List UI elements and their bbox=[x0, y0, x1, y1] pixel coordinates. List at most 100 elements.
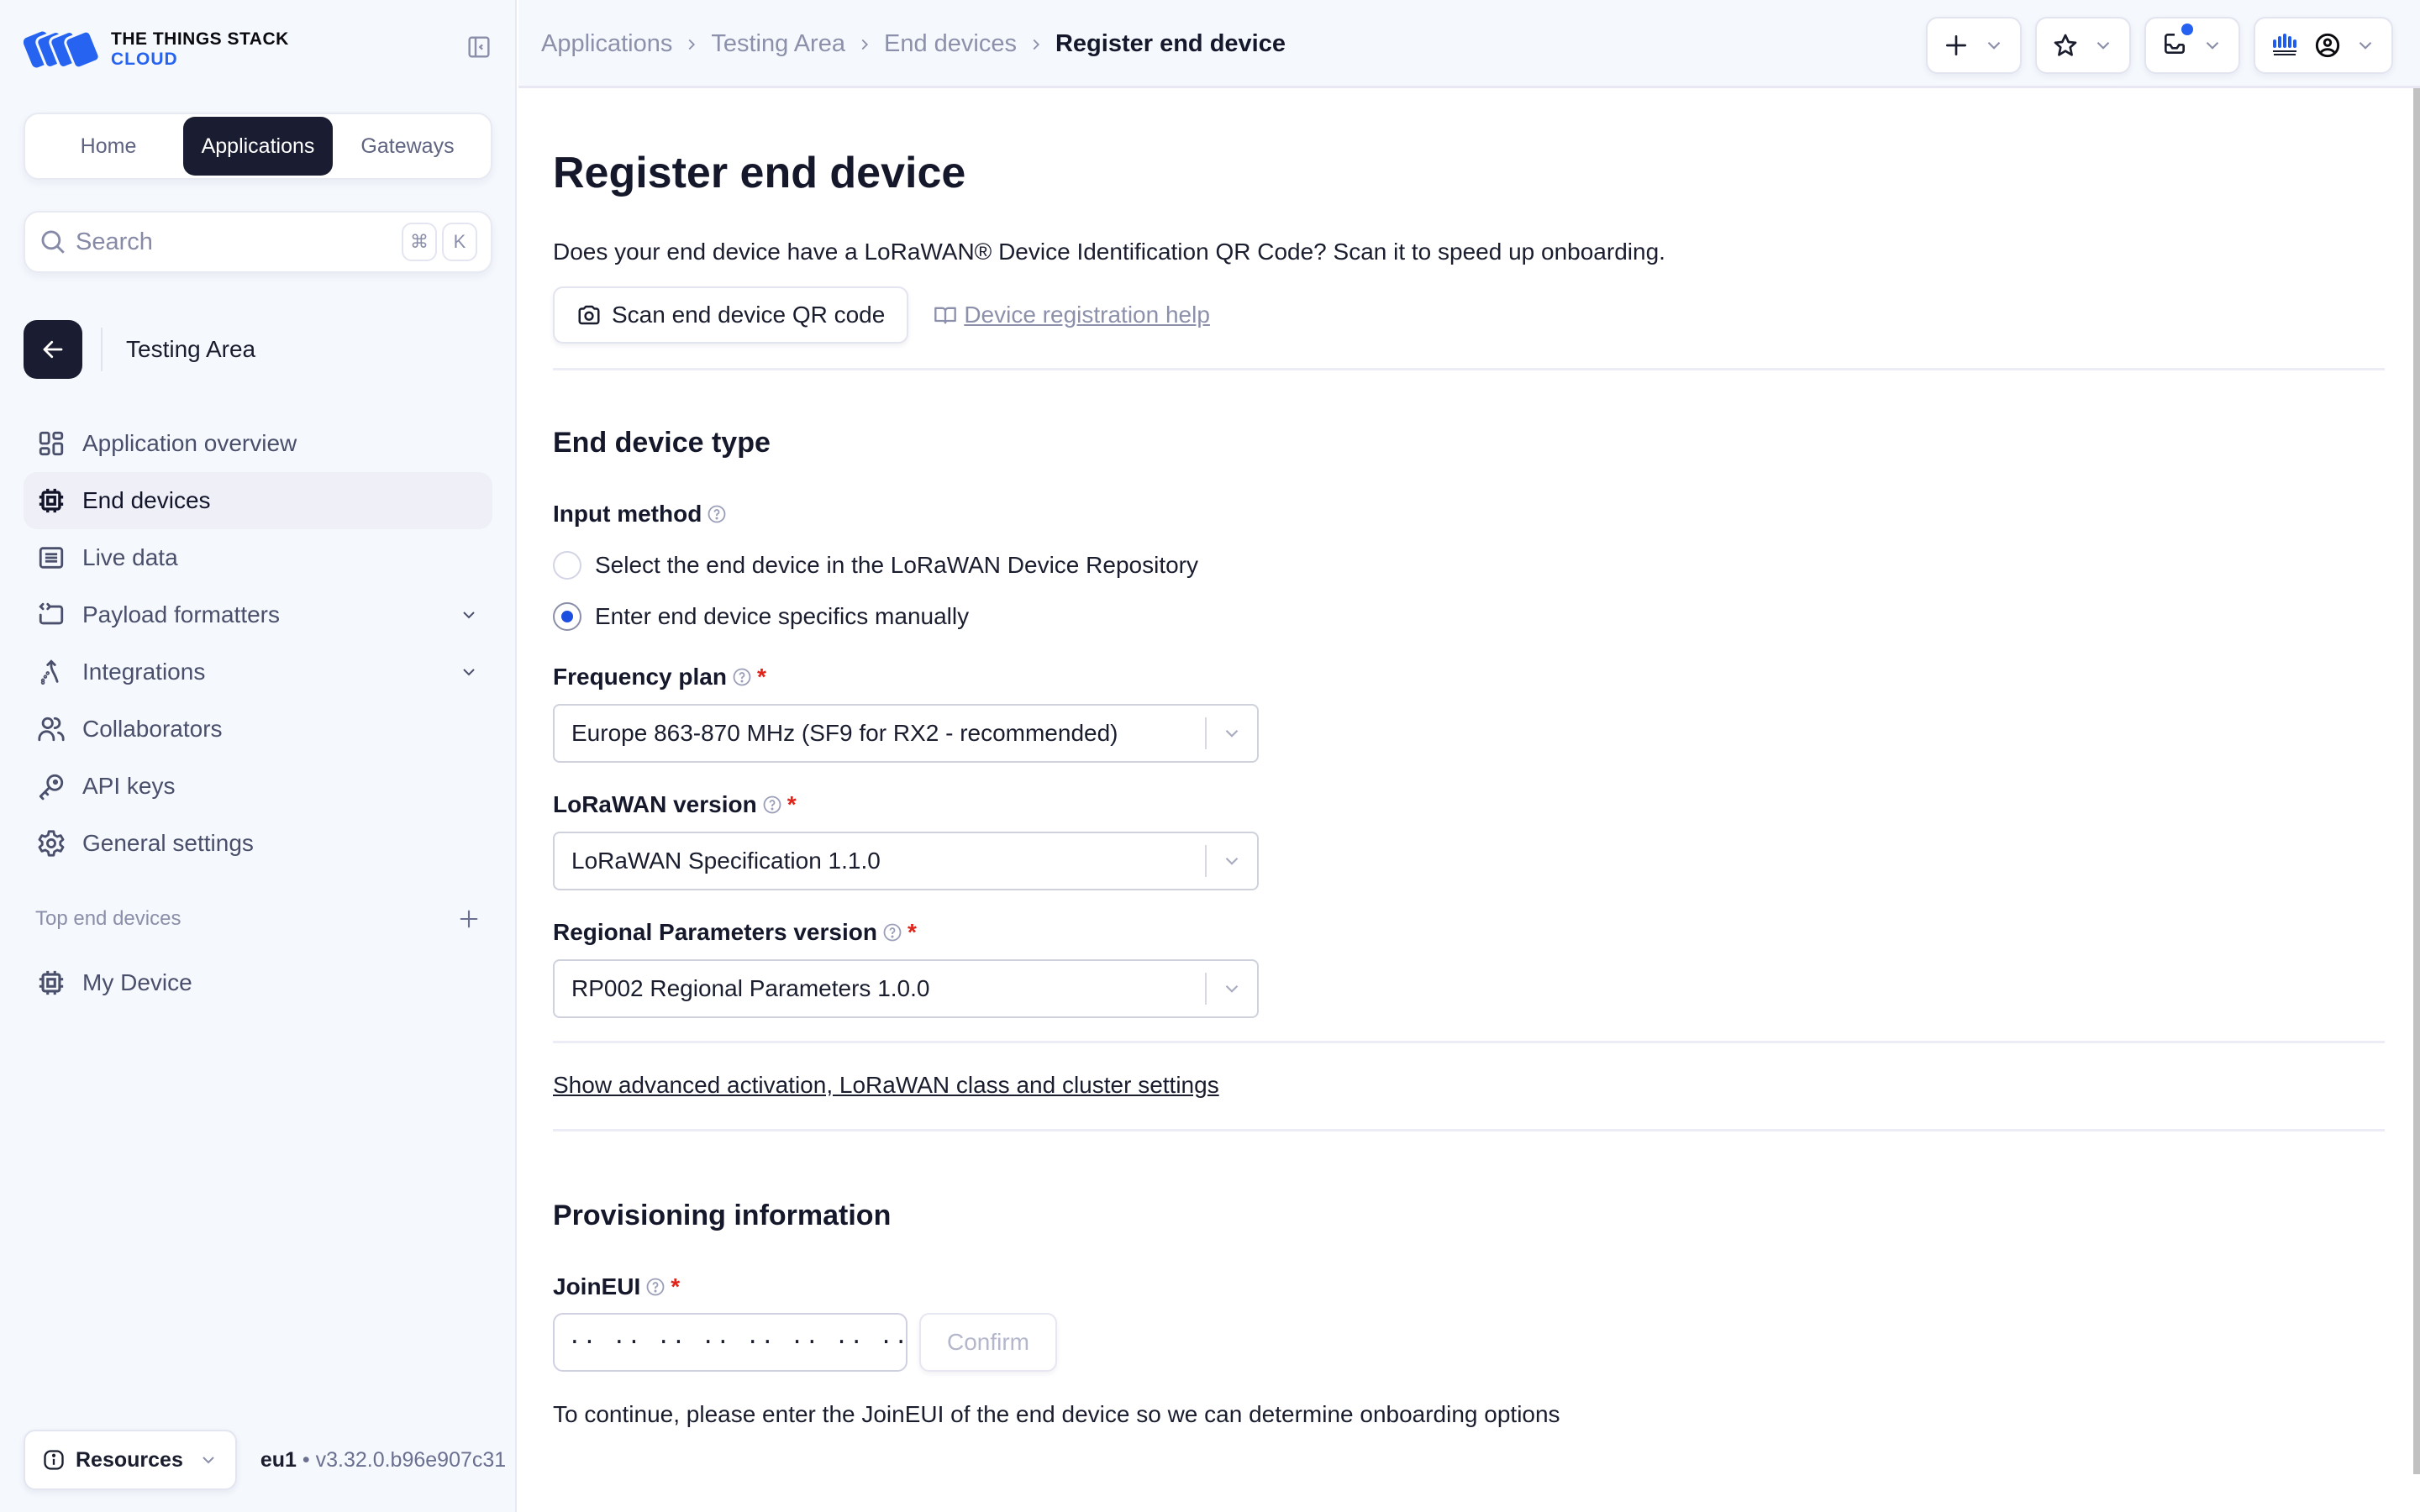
header-actions bbox=[1926, 17, 2393, 74]
chevron-right-icon bbox=[1033, 39, 1040, 50]
arrow-left-icon bbox=[43, 340, 63, 359]
qr-intro-text: Does your end device have a LoRaWAN® Dev… bbox=[553, 239, 1665, 265]
tab-home[interactable]: Home bbox=[34, 117, 183, 176]
breadcrumb-testing-area[interactable]: Testing Area bbox=[711, 30, 845, 58]
input-method-text: Input method bbox=[553, 501, 702, 527]
confirm-button[interactable]: Confirm bbox=[919, 1313, 1057, 1372]
divider bbox=[101, 328, 103, 371]
sidebar-item-label: Integrations bbox=[82, 659, 206, 685]
breadcrumb-applications[interactable]: Applications bbox=[541, 30, 672, 58]
radio-manual-entry[interactable]: Enter end device specifics manually bbox=[553, 602, 969, 631]
sidebar-item-live-data[interactable]: Live data bbox=[24, 529, 492, 586]
required-marker: * bbox=[671, 1273, 681, 1299]
divider bbox=[553, 1041, 2385, 1043]
help-icon[interactable] bbox=[732, 667, 752, 687]
lorawan-version-value: LoRaWAN Specification 1.1.0 bbox=[571, 848, 881, 874]
logo-subtitle: CLOUD bbox=[111, 50, 178, 69]
info-icon bbox=[44, 1450, 64, 1470]
chip-icon bbox=[39, 970, 64, 995]
notification-wrapper bbox=[2161, 23, 2193, 61]
frequency-plan-text: Frequency plan bbox=[553, 664, 727, 690]
required-marker: * bbox=[907, 919, 917, 945]
join-eui-input[interactable]: ·· ·· ·· ·· ·· ·· ·· ·· bbox=[553, 1313, 908, 1372]
frequency-plan-label: Frequency plan * bbox=[553, 664, 766, 690]
collapse-sidebar-icon[interactable] bbox=[466, 34, 492, 60]
back-button[interactable] bbox=[24, 320, 82, 379]
regional-parameters-select[interactable]: RP002 Regional Parameters 1.0.0 bbox=[553, 959, 1259, 1018]
radio-button[interactable] bbox=[553, 551, 581, 580]
sidebar-item-general-settings[interactable]: General settings bbox=[24, 815, 492, 872]
radio-device-repository[interactable]: Select the end device in the LoRaWAN Dev… bbox=[553, 551, 1198, 580]
section-title-provisioning: Provisioning information bbox=[553, 1200, 892, 1231]
radio-button-checked[interactable] bbox=[553, 602, 581, 631]
integrations-icon bbox=[40, 659, 59, 685]
input-method-label: Input method bbox=[553, 501, 727, 528]
sidebar-item-api-keys[interactable]: API keys bbox=[24, 758, 492, 815]
search-icon bbox=[41, 230, 65, 254]
shortcut-k-key: K bbox=[442, 223, 477, 261]
qr-actions: Scan end device QR code Device registrat… bbox=[553, 286, 1210, 344]
top-header: Applications Testing Area End devices Re… bbox=[518, 0, 2420, 88]
chevron-down-icon bbox=[2096, 41, 2110, 50]
breadcrumb: Applications Testing Area End devices Re… bbox=[541, 0, 1286, 88]
shortcut-cmd-key: ⌘ bbox=[402, 223, 437, 261]
radio-label: Enter end device specifics manually bbox=[595, 603, 970, 629]
add-top-device-icon[interactable] bbox=[457, 907, 481, 931]
chevron-down-icon[interactable] bbox=[459, 662, 479, 682]
chevron-down-icon bbox=[2206, 41, 2219, 50]
main-content: Register end device Does your end device… bbox=[518, 91, 2413, 1512]
chevron-down-icon bbox=[203, 1457, 214, 1464]
chevron-down-icon[interactable] bbox=[459, 605, 479, 625]
scan-qr-label: Scan end device QR code bbox=[612, 302, 886, 328]
account-menu-button[interactable] bbox=[2254, 17, 2393, 74]
help-icon[interactable] bbox=[882, 922, 902, 942]
resources-button[interactable]: Resources bbox=[24, 1430, 237, 1490]
tab-gateways[interactable]: Gateways bbox=[333, 117, 482, 176]
application-context: Testing Area bbox=[24, 320, 255, 379]
chevron-down-icon bbox=[2359, 41, 2372, 50]
show-advanced-settings-link[interactable]: Show advanced activation, LoRaWAN class … bbox=[553, 1072, 1219, 1099]
frequency-plan-value: Europe 863-870 MHz (SF9 for RX2 - recomm… bbox=[571, 720, 1118, 746]
lorawan-version-text: LoRaWAN version bbox=[553, 791, 757, 817]
sidebar-item-label: Application overview bbox=[82, 430, 297, 456]
dashboard-icon bbox=[39, 431, 64, 456]
regional-parameters-value: RP002 Regional Parameters 1.0.0 bbox=[571, 975, 930, 1001]
breadcrumb-end-devices[interactable]: End devices bbox=[884, 30, 1017, 58]
help-icon[interactable] bbox=[762, 795, 782, 815]
add-menu-button[interactable] bbox=[1926, 17, 2022, 74]
sidebar-item-application-overview[interactable]: Application overview bbox=[24, 415, 492, 472]
scrollbar[interactable] bbox=[2413, 88, 2420, 1474]
help-link-label: Device registration help bbox=[964, 302, 1210, 328]
lorawan-version-select[interactable]: LoRaWAN Specification 1.1.0 bbox=[553, 832, 1259, 890]
help-icon[interactable] bbox=[707, 504, 727, 524]
sidebar-item-label: Payload formatters bbox=[82, 601, 280, 627]
device-registration-help-link[interactable]: Device registration help bbox=[934, 302, 1210, 328]
sidebar-item-integrations[interactable]: Integrations bbox=[24, 643, 492, 701]
sidebar-footer: Resources eu1 • v3.32.0.b96e907c31 bbox=[24, 1430, 506, 1490]
chevron-down-icon bbox=[1987, 41, 2001, 50]
sidebar: THE THINGS STACK CLOUD Home Applications… bbox=[0, 0, 517, 1512]
sidebar-item-payload-formatters[interactable]: Payload formatters bbox=[24, 586, 492, 643]
bookmarks-button[interactable] bbox=[2035, 17, 2131, 74]
section-switcher: Home Applications Gateways bbox=[24, 113, 492, 180]
application-name: Testing Area bbox=[126, 336, 256, 362]
chevron-right-icon bbox=[688, 39, 696, 50]
sidebar-item-collaborators[interactable]: Collaborators bbox=[24, 701, 492, 758]
required-marker: * bbox=[756, 664, 766, 690]
scan-qr-button[interactable]: Scan end device QR code bbox=[553, 286, 909, 344]
regional-parameters-label: Regional Parameters version * bbox=[553, 919, 917, 946]
top-device-item[interactable]: My Device bbox=[24, 954, 492, 1011]
frequency-plan-select[interactable]: Europe 863-870 MHz (SF9 for RX2 - recomm… bbox=[553, 704, 1259, 763]
notifications-button[interactable] bbox=[2144, 17, 2240, 74]
sidebar-item-end-devices[interactable]: End devices bbox=[24, 472, 492, 529]
logo[interactable]: THE THINGS STACK CLOUD bbox=[24, 29, 289, 71]
tab-applications[interactable]: Applications bbox=[183, 117, 333, 176]
chevron-down-icon bbox=[1225, 857, 1239, 865]
top-devices-list: My Device bbox=[24, 954, 492, 1011]
help-icon[interactable] bbox=[645, 1277, 666, 1297]
search-input[interactable]: Search ⌘ K bbox=[24, 211, 492, 273]
sidebar-item-label: Live data bbox=[82, 544, 178, 570]
top-device-label: My Device bbox=[82, 969, 192, 995]
star-icon bbox=[2054, 34, 2077, 56]
notification-dot bbox=[2181, 23, 2193, 35]
